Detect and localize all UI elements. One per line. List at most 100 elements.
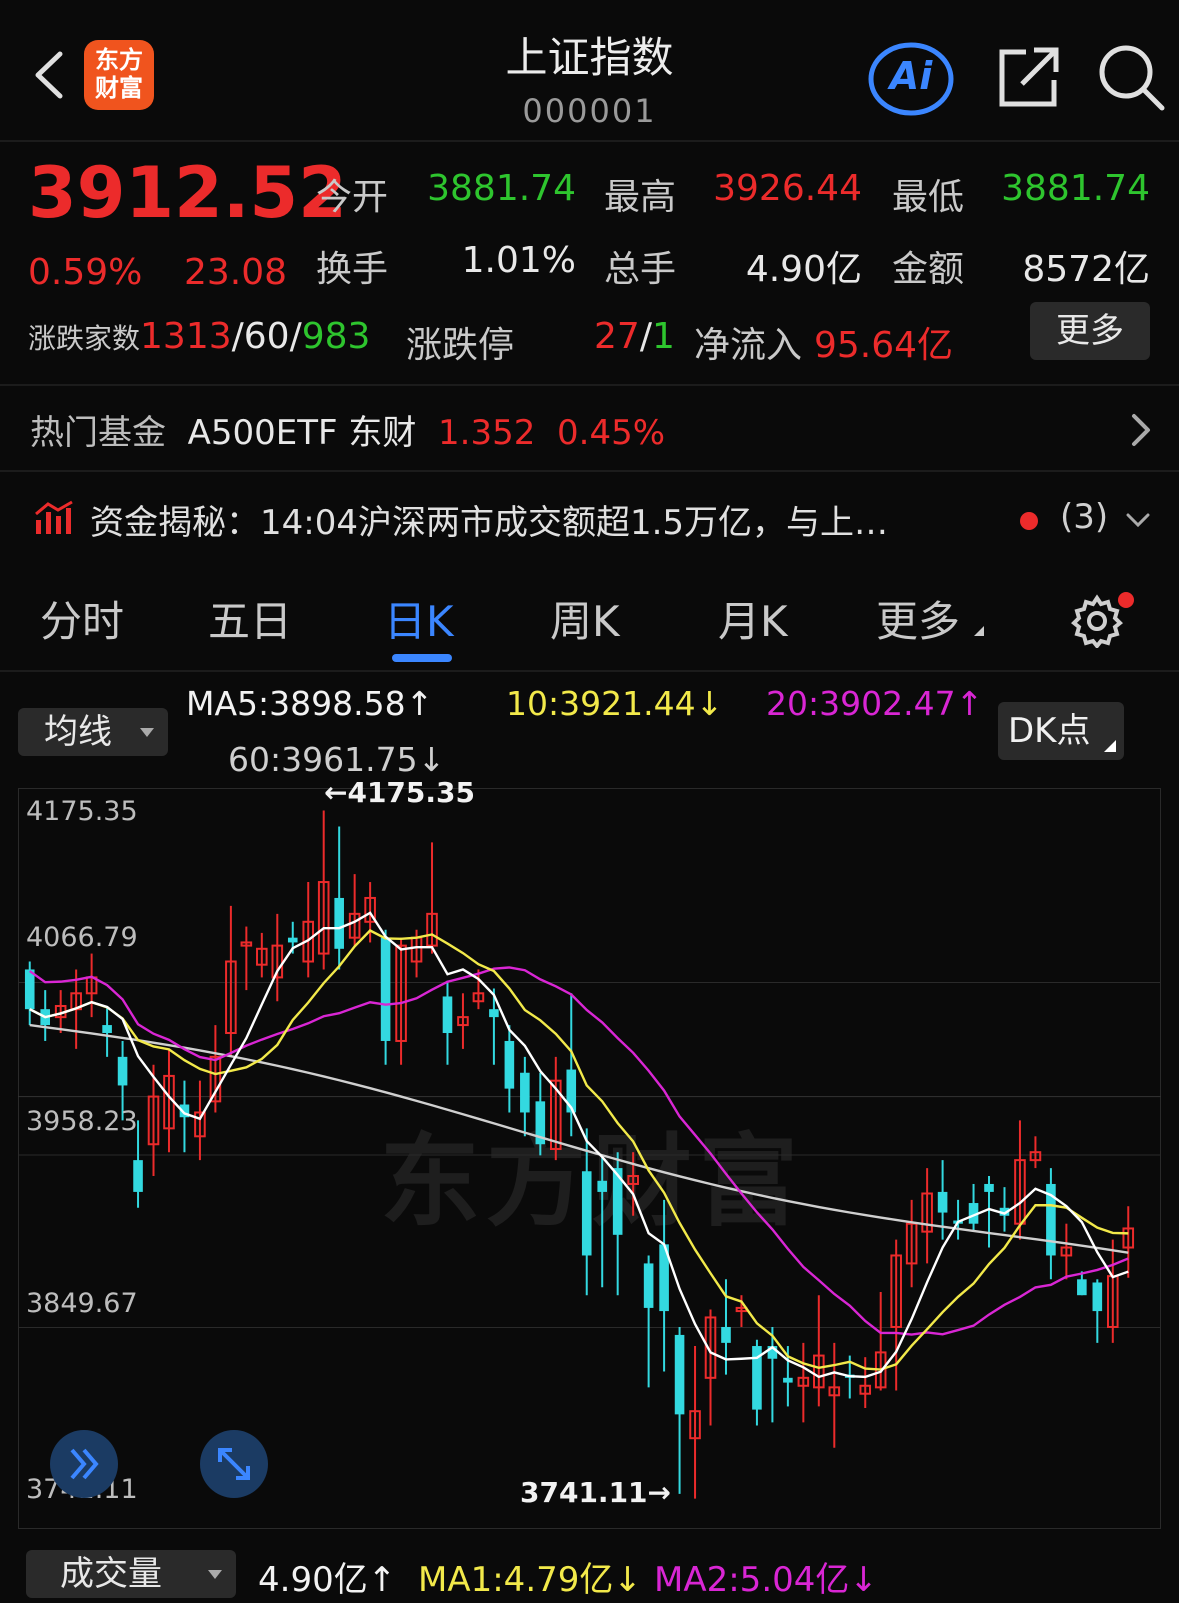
limit-label: 涨跌停 [406, 325, 515, 366]
candle-body [783, 1377, 793, 1383]
ai-label: Ai [889, 54, 933, 98]
breadth-row: 涨跌家数1313/60/983 [28, 316, 370, 357]
hot-fund-price: 1.352 [438, 413, 536, 453]
period-tabs: 分时 五日 日K 周K 月K 更多 [0, 568, 1179, 672]
caret-down-icon [140, 728, 154, 737]
tab-daily-k[interactable]: 日K [384, 588, 454, 649]
breadth-flat: 60 [243, 316, 290, 357]
candle-body [504, 1040, 515, 1089]
fullscreen-icon[interactable] [200, 1430, 268, 1498]
dk-point-button[interactable]: DK点 [998, 702, 1124, 760]
high-marker: ←4175.35 [324, 776, 475, 809]
turnover-value: 1.01% [461, 240, 576, 281]
tab-more[interactable]: 更多 [876, 588, 960, 649]
breadth-sep2: / [289, 316, 302, 357]
breadth-sep1: / [231, 316, 244, 357]
unread-dot [1020, 512, 1038, 530]
more-quote-button[interactable]: 更多 [1030, 302, 1150, 360]
low-label: 最低 [892, 177, 965, 218]
kline-chart[interactable]: 4175.35 4066.79 3958.23 3849.67 3741.11 … [18, 776, 1161, 1540]
news-headline[interactable]: 资金揭秘：14:04沪深两市成交额超1.5万亿，与上… [90, 495, 990, 544]
hot-fund-label: 热门基金 [30, 413, 166, 453]
hot-fund-name: A500ETF 东财 [187, 413, 417, 453]
candle-body [520, 1072, 530, 1113]
volume-value: 4.90亿 [745, 249, 862, 290]
netflow-value: 95.64亿 [814, 325, 954, 366]
caret-down-icon [208, 1570, 222, 1579]
hot-fund-row[interactable]: 热门基金 A500ETF 东财 1.352 0.45% [30, 405, 665, 454]
limit-values: 27/1 [594, 316, 675, 357]
active-tab-indicator [392, 654, 452, 662]
candle-body [102, 1025, 112, 1034]
news-count: (3) [1060, 497, 1109, 537]
candle-body [937, 1191, 948, 1213]
ma10-value: 10:3921.44↓ [506, 684, 724, 723]
tab-five-day[interactable]: 五日 [208, 588, 292, 649]
volume-current: 4.90亿↑ [258, 1560, 397, 1600]
candle-body [117, 1056, 128, 1086]
open-value: 3881.74 [427, 168, 576, 209]
chevron-down-icon[interactable] [1124, 510, 1152, 530]
tab-weekly-k[interactable]: 周K [550, 588, 620, 649]
limit-sep: / [639, 316, 652, 357]
settings-badge [1118, 592, 1134, 608]
candle-body [643, 1263, 654, 1308]
gear-icon[interactable] [1070, 594, 1124, 650]
candle-body [133, 1160, 143, 1192]
share-icon[interactable] [992, 42, 1062, 112]
amount-label: 金额 [892, 249, 965, 290]
chevron-right-icon[interactable] [1126, 410, 1156, 450]
candle-body [489, 1009, 499, 1018]
divider [0, 384, 1179, 386]
tab-intraday[interactable]: 分时 [40, 588, 124, 649]
double-chevron-right-icon[interactable] [50, 1430, 118, 1498]
candle-body [984, 1183, 994, 1192]
high-label: 最高 [604, 177, 677, 218]
indicator-select[interactable]: 均线 [18, 708, 168, 756]
netflow-label: 净流入 [694, 325, 803, 366]
tab-more-caret [974, 626, 984, 636]
last-price: 3912.52 [28, 152, 347, 234]
ma5-value: MA5:3898.58↑ [186, 684, 434, 723]
open-label: 今开 [316, 177, 389, 218]
change-percent: 0.59% [28, 252, 143, 293]
candle-body [581, 1171, 592, 1256]
low-marker: 3741.11→ [520, 1476, 671, 1509]
candle-body [1092, 1282, 1103, 1312]
ai-assistant-icon[interactable]: Ai [868, 42, 954, 116]
high-value: 3926.44 [713, 168, 862, 209]
candle-body [674, 1334, 685, 1415]
candle-body [721, 1326, 731, 1343]
chart-frame [18, 788, 1161, 1529]
candle-body [442, 996, 453, 1034]
candle-body [597, 1180, 608, 1192]
volume-select-label: 成交量 [60, 1554, 162, 1594]
divider [0, 470, 1179, 472]
corner-triangle-icon [1104, 740, 1116, 752]
top-bar: 东方 财富 上证指数 000001 Ai [0, 0, 1179, 142]
volume-ma2: MA2:5.04亿↓ [654, 1560, 878, 1600]
candle-body [334, 897, 344, 949]
search-icon[interactable] [1096, 42, 1166, 112]
y-tick-0: 4175.35 [26, 796, 138, 827]
indicator-select-label: 均线 [44, 712, 112, 752]
breadth-label: 涨跌家数 [28, 322, 141, 355]
low-value: 3881.74 [1001, 168, 1150, 209]
ma20-line [29, 966, 1129, 1336]
kline-svg [18, 788, 1161, 1529]
limit-up: 27 [594, 316, 640, 357]
bar-chart-icon [34, 500, 74, 536]
candle-body [287, 937, 298, 943]
turnover-label: 换手 [316, 249, 389, 290]
volume-label: 总手 [604, 249, 677, 290]
hot-fund-pct: 0.45% [557, 413, 666, 453]
volume-ma1: MA1:4.79亿↓ [418, 1560, 642, 1600]
candle-body [380, 937, 391, 1041]
limit-down: 1 [651, 316, 675, 357]
tab-monthly-k[interactable]: 月K [718, 588, 788, 649]
breadth-up: 1313 [140, 316, 232, 357]
volume-indicator-select[interactable]: 成交量 [26, 1550, 236, 1598]
y-tick-2: 3958.23 [26, 1106, 138, 1137]
y-tick-1: 4066.79 [26, 922, 138, 953]
change-amount: 23.08 [184, 252, 288, 293]
